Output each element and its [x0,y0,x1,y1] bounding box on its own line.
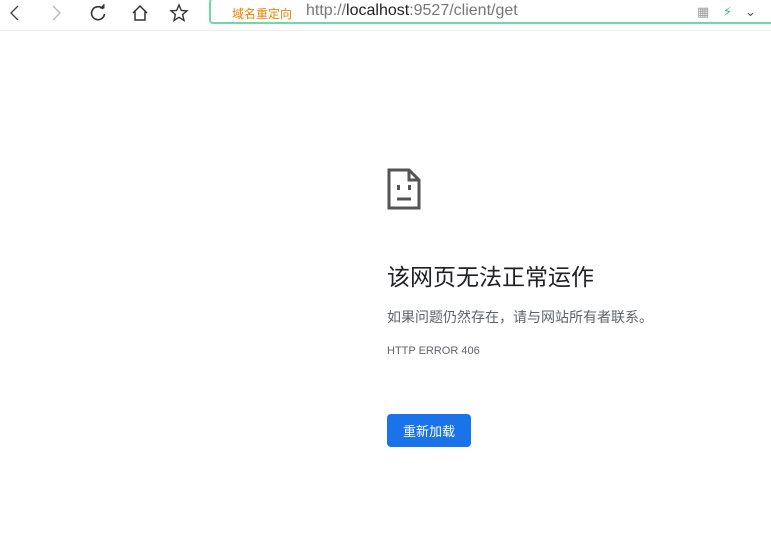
error-code: HTTP ERROR 406 [387,345,480,357]
browser-toolbar: 域名重定向 http://localhost:9527/client/get ▦… [0,0,771,31]
error-title: 该网页无法正常运作 [387,264,594,290]
chevron-down-icon[interactable]: ⌄ [745,4,756,20]
home-button[interactable] [127,2,153,24]
url-text[interactable]: http://localhost:9527/client/get [306,2,518,20]
bookmark-button[interactable] [166,2,192,24]
star-icon [169,3,189,23]
address-bar[interactable]: 域名重定向 http://localhost:9527/client/get ▦… [209,0,771,24]
error-message: 如果问题仍然存在，请与网站所有者联系。 [387,309,653,325]
url-host: localhost [346,2,410,19]
reload-page-button[interactable]: 重新加载 [387,414,471,447]
chevron-right-icon [52,5,61,21]
reload-icon [90,4,106,21]
lightning-icon[interactable]: ⚡ [723,4,732,20]
reload-button[interactable] [85,2,111,24]
forward-button[interactable] [43,2,69,24]
redirect-label[interactable]: 域名重定向 [232,5,292,22]
chevron-left-icon [10,5,19,21]
qr-code-icon[interactable]: ▦ [697,4,709,20]
sad-page-icon [387,168,421,210]
back-button[interactable] [2,2,28,24]
url-rest: :9527/client/get [409,2,518,19]
url-prefix: http:// [306,2,347,19]
home-icon [132,4,148,21]
